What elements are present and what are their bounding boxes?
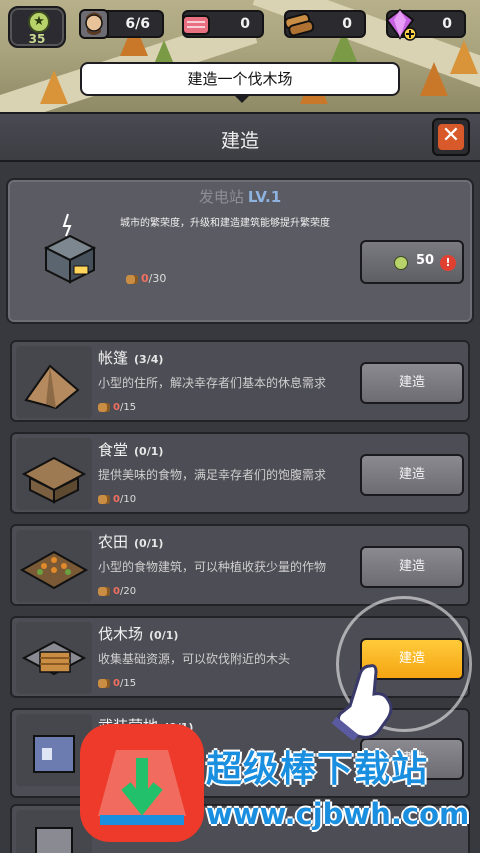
wood-value: 0 — [342, 16, 352, 32]
building-cost: 0/15 — [98, 678, 136, 689]
featured-cost-required: /30 — [148, 272, 167, 285]
building-card-tent: 帐篷 (3/4) 小型的住所，解决幸存者们基本的休息需求 0/15 建造 — [10, 340, 470, 422]
building-count: (0/1) — [134, 537, 164, 550]
panel-title: 建造 — [220, 130, 259, 152]
building-count: (0/1) — [134, 445, 164, 458]
featured-title: 发电站 — [198, 188, 244, 206]
featured-cost: 0/30 — [126, 272, 166, 285]
building-cost: 0/20 — [98, 586, 136, 597]
wood-icon — [98, 402, 110, 412]
farm-icon — [16, 530, 92, 602]
prosperity-star-icon — [394, 256, 408, 270]
build-button-farm[interactable]: 建造 — [360, 546, 464, 588]
wood-icon — [98, 494, 110, 504]
featured-level: LV.1 — [247, 188, 282, 206]
building-name: 帐篷 (3/4) — [98, 349, 164, 367]
tent-icon — [16, 346, 92, 418]
featured-title-row: 发电站 LV.1 — [8, 186, 472, 207]
survivors-value: 6/6 — [125, 16, 150, 32]
survivors-icon — [79, 9, 109, 39]
building-description: 提供美味的食物，满足幸存者们的饱腹需求 — [98, 468, 327, 482]
building-name: 食堂 (0/1) — [98, 441, 164, 459]
meat-icon — [182, 15, 210, 35]
featured-building-card: 发电站 LV.1 城市的繁荣度，升级和建造建筑能够提升繁荣度 0/30 50 ! — [6, 178, 474, 324]
building-count: (0/1) — [149, 629, 179, 642]
watermark-url: www.cjbwh.com — [206, 797, 470, 831]
build-panel-header: 建造 ✕ — [0, 112, 480, 162]
top-hud: ★ 35 6/6 0 0 0 — [0, 0, 480, 50]
building-description: 小型的住所，解决幸存者们基本的休息需求 — [98, 376, 327, 390]
featured-cost-current: 0 — [141, 272, 149, 285]
power-station-icon — [43, 213, 97, 284]
close-button[interactable]: ✕ — [432, 118, 470, 156]
gems-value: 0 — [442, 16, 452, 32]
building-description: 收集基础资源，可以砍伐附近的木头 — [98, 652, 291, 666]
building-description: 小型的食物建筑，可以种植收获少量的作物 — [98, 560, 327, 574]
close-icon: ✕ — [438, 124, 464, 150]
building-card-canteen: 食堂 (0/1) 提供美味的食物，满足幸存者们的饱腹需求 0/10 建造 — [10, 432, 470, 514]
building-name: 伐木场 (0/1) — [98, 625, 179, 643]
building-cost: 0/15 — [98, 402, 136, 413]
star-icon: ★ — [28, 11, 50, 33]
build-button-tent[interactable]: 建造 — [360, 362, 464, 404]
building-count: (3/4) — [134, 353, 164, 366]
tutorial-tooltip: 建造一个伐木场 — [80, 62, 400, 103]
gem-icon — [385, 8, 417, 41]
pointing-hand-icon — [331, 664, 393, 740]
building-cost: 0/10 — [98, 494, 136, 505]
lumberyard-icon — [16, 622, 92, 694]
watermark-title: 超级棒下载站 — [206, 749, 429, 790]
player-level: 35 — [28, 32, 46, 46]
wood-icon — [126, 274, 138, 284]
wood-icon — [98, 586, 110, 596]
upgrade-cost-value: 50 — [416, 253, 435, 268]
player-level-badge[interactable]: ★ 35 — [8, 6, 66, 48]
resource-wood[interactable]: 0 — [284, 10, 366, 38]
featured-description: 城市的繁荣度，升级和建造建筑能够提升繁荣度 — [120, 218, 330, 229]
watermark-logo-icon — [80, 724, 204, 842]
canteen-icon — [16, 438, 92, 510]
wood-icon — [98, 678, 110, 688]
building-name: 农田 (0/1) — [98, 533, 164, 551]
resource-gems[interactable]: 0 — [385, 8, 466, 41]
wood-icon — [284, 13, 315, 37]
build-button-canteen[interactable]: 建造 — [360, 454, 464, 496]
resource-survivors[interactable]: 6/6 — [79, 9, 164, 39]
upgrade-power-station-button[interactable]: 50 ! — [360, 240, 464, 284]
building-card-farm: 农田 (0/1) 小型的食物建筑，可以种植收获少量的作物 0/20 建造 — [10, 524, 470, 606]
resource-meat[interactable]: 0 — [182, 10, 264, 38]
meat-value: 0 — [240, 16, 250, 32]
warning-icon: ! — [440, 255, 456, 271]
